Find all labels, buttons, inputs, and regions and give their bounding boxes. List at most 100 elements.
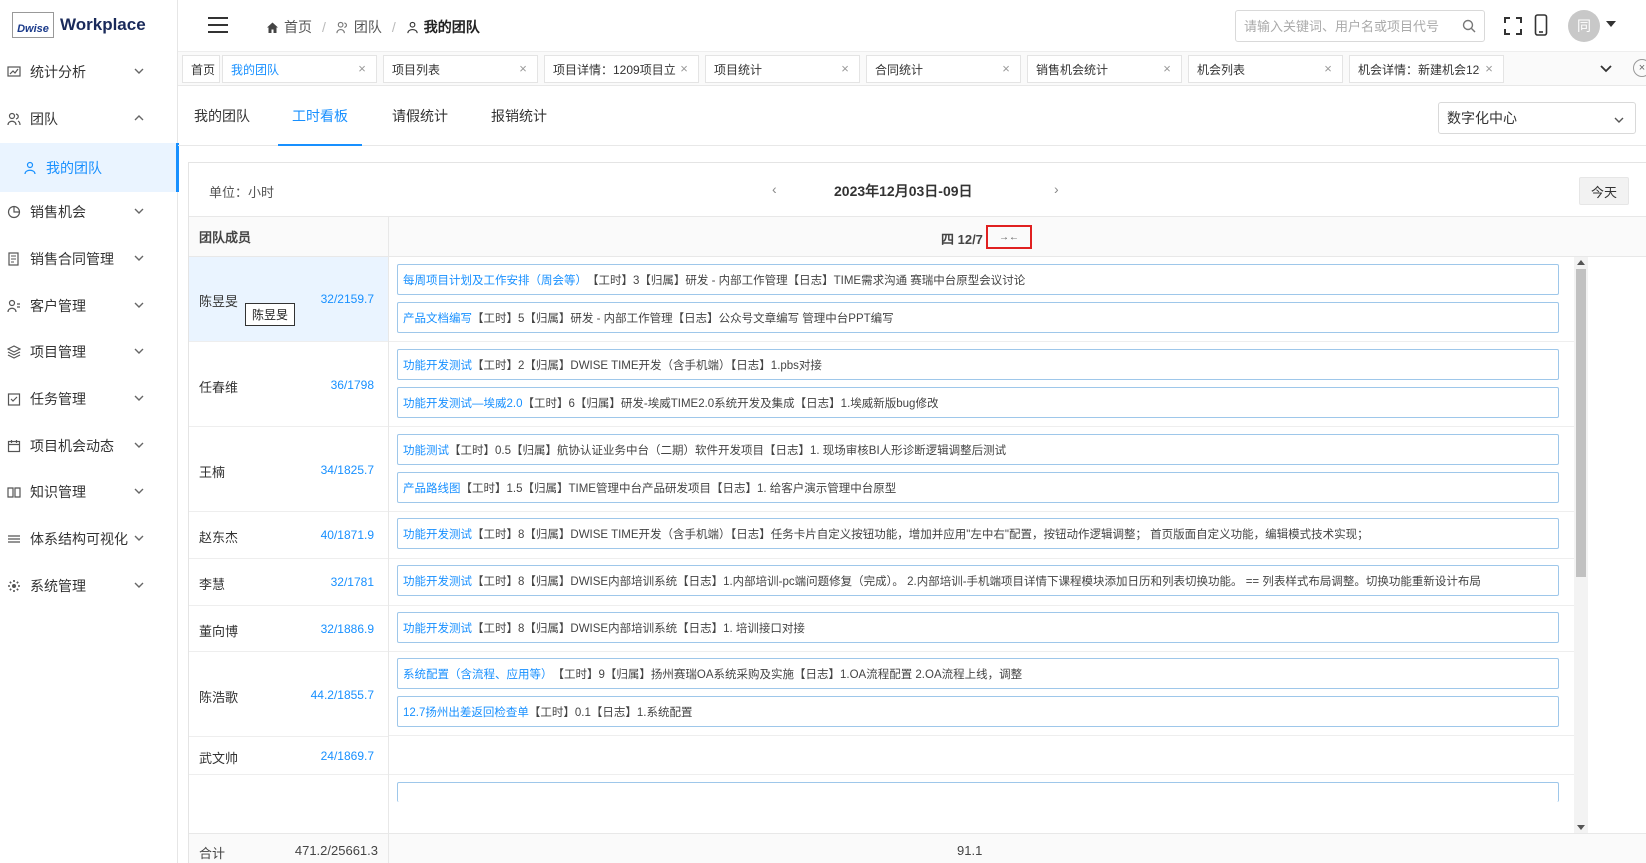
- search-input[interactable]: [1236, 11, 1456, 41]
- sidebar-item-team[interactable]: 团队: [0, 94, 178, 143]
- menu-toggle-icon[interactable]: [208, 17, 228, 33]
- logo[interactable]: Dwise Workplace: [0, 0, 177, 50]
- scroll-up-icon[interactable]: [1577, 260, 1585, 265]
- board-toolbar: 单位：小时 ‹ 2023年12月03日-09日 › 今天: [189, 163, 1646, 217]
- close-icon[interactable]: ×: [1322, 62, 1334, 75]
- member-row[interactable]: 任春维 36/1798: [189, 342, 388, 427]
- chevron-down-icon: [134, 208, 144, 214]
- caret-down-icon[interactable]: [1606, 21, 1616, 27]
- worklog-entry[interactable]: 产品文档编写 【工时】5【归属】研发 - 内部工作管理【日志】公众号文章编写 管理…: [397, 302, 1559, 333]
- fullscreen-icon[interactable]: [1504, 17, 1522, 35]
- prev-week-icon[interactable]: ‹: [772, 181, 777, 197]
- member-row[interactable]: 赵东杰 40/1871.9: [189, 512, 388, 559]
- member-row[interactable]: 陈昱旻 32/2159.7: [189, 257, 388, 342]
- worklog-entry[interactable]: 功能开发测试 【工时】8【归属】DWISE TIME开发（含手机端）【日志】任务卡…: [397, 518, 1559, 549]
- sidebar-item-statistics[interactable]: 统计分析: [0, 47, 178, 96]
- member-row[interactable]: 陈浩歌 44.2/1855.7: [189, 652, 388, 737]
- row-divider: [389, 605, 1574, 606]
- collapse-day-icon[interactable]: →←: [986, 225, 1032, 249]
- close-icon[interactable]: ×: [1161, 62, 1173, 75]
- worklog-entry-partial[interactable]: [397, 782, 1559, 802]
- member-row[interactable]: 李慧 32/1781: [189, 559, 388, 606]
- sidebar-item-sales-opportunity[interactable]: 销售机会: [0, 187, 178, 236]
- scroll-thumb[interactable]: [1576, 269, 1586, 577]
- department-select[interactable]: 数字化中心: [1438, 102, 1636, 134]
- sidebar-item-project[interactable]: 项目管理: [0, 327, 178, 376]
- tab-expense-stats[interactable]: 报销统计: [491, 106, 547, 146]
- day-total-row: 91.1: [389, 833, 1646, 863]
- sidebar-item-label: 体系结构可视化: [30, 530, 128, 547]
- member-row[interactable]: 王楠 34/1825.7: [189, 427, 388, 512]
- tabs-bar: 首页 我的团队 × 项目列表 × 项目详情：1209项目立项 × 项目统计 × 合同统计…: [178, 52, 1646, 86]
- sidebar-item-label: 项目管理: [30, 343, 86, 360]
- close-icon[interactable]: ×: [356, 62, 368, 75]
- contract-icon: [6, 251, 22, 267]
- worklog-entry[interactable]: 功能开发测试—埃威2.0 【工时】6【归属】研发-埃威TIME2.0系统开发及集成…: [397, 387, 1559, 418]
- chevron-down-icon: [1614, 117, 1624, 123]
- tab-home[interactable]: 首页: [182, 55, 220, 83]
- tab-contract-stats[interactable]: 合同统计 ×: [866, 55, 1021, 83]
- close-icon[interactable]: ×: [1000, 62, 1012, 75]
- chevron-down-icon: [134, 488, 144, 494]
- close-icon[interactable]: ×: [517, 62, 529, 75]
- logo-text: Workplace: [60, 15, 146, 34]
- sidebar-item-knowledge[interactable]: 知识管理: [0, 467, 178, 516]
- team-icon: [407, 21, 418, 33]
- tab-opportunity-list[interactable]: 机会列表 ×: [1188, 55, 1343, 83]
- sidebar-item-task[interactable]: 任务管理: [0, 374, 178, 423]
- chevron-up-icon: [134, 115, 144, 121]
- worklog-entry[interactable]: 产品路线图 【工时】1.5【归属】TIME管理中台产品研发项目【日志】1. 给客户…: [397, 472, 1559, 503]
- scroll-down-icon[interactable]: [1577, 825, 1585, 830]
- close-icon[interactable]: ×: [839, 62, 851, 75]
- chevron-down-icon[interactable]: [1598, 61, 1614, 77]
- breadcrumb-separator: /: [322, 19, 326, 35]
- avatar[interactable]: 同: [1568, 10, 1600, 42]
- search-icon[interactable]: [1462, 19, 1476, 33]
- worklog-entry[interactable]: 系统配置（含流程、应用等） 【工时】9【归属】扬州赛瑞OA系统采购及实施【日志】1…: [397, 658, 1559, 689]
- worklog-entry[interactable]: 功能开发测试 【工时】8【归属】DWISE内部培训系统【日志】1. 培训接口对接: [397, 612, 1559, 643]
- sidebar-item-customer[interactable]: 客户管理: [0, 281, 178, 330]
- chevron-down-icon: [134, 302, 144, 308]
- sidebar-item-architecture[interactable]: 体系结构可视化: [0, 514, 178, 563]
- workhour-board: 单位：小时 ‹ 2023年12月03日-09日 › 今天 团队成员 陈昱旻 32…: [188, 162, 1646, 863]
- tab-my-team[interactable]: 我的团队 ×: [222, 55, 377, 83]
- tab-opportunity-detail[interactable]: 机会详情：新建机会1208 ×: [1349, 55, 1504, 83]
- day-column: 四 12/7 →← 每周项目计划及工作安排（周会等） 【工时】3【归属】研发 - …: [389, 217, 1646, 863]
- app-root: Dwise Workplace 统计分析 团队 我的团队 销售机会 销售合同管理: [0, 0, 1646, 863]
- member-row[interactable]: 董向博 32/1886.9: [189, 606, 388, 652]
- close-icon[interactable]: ×: [1483, 62, 1495, 75]
- chevron-down-icon: [134, 395, 144, 401]
- sidebar-item-project-opportunity[interactable]: 项目机会动态: [0, 421, 178, 470]
- tab-project-stats[interactable]: 项目统计 ×: [705, 55, 860, 83]
- book-icon: [6, 484, 22, 500]
- week-range: 2023年12月03日-09日: [834, 183, 973, 199]
- team-icon: [6, 111, 22, 127]
- worklog-entry[interactable]: 每周项目计划及工作安排（周会等） 【工时】3【归属】研发 - 内部工作管理【日志】…: [397, 264, 1559, 295]
- mobile-icon[interactable]: [1534, 14, 1548, 36]
- sidebar-item-system[interactable]: 系统管理: [0, 561, 178, 610]
- close-icon[interactable]: ×: [678, 62, 690, 75]
- member-row[interactable]: 武文帅 24/1869.7: [189, 737, 388, 775]
- breadcrumb-team[interactable]: 团队: [336, 17, 382, 37]
- tab-my-team-overview[interactable]: 我的团队: [194, 106, 250, 146]
- sidebar-item-sales-contract[interactable]: 销售合同管理: [0, 234, 178, 283]
- sidebar-item-label: 任务管理: [30, 390, 86, 407]
- sidebar-item-my-team[interactable]: 我的团队: [0, 143, 179, 192]
- sidebar: Dwise Workplace 统计分析 团队 我的团队 销售机会 销售合同管理: [0, 0, 179, 863]
- breadcrumb-home[interactable]: 首页: [266, 17, 312, 37]
- next-week-icon[interactable]: ›: [1054, 181, 1059, 197]
- task-icon: [6, 391, 22, 407]
- worklog-entry[interactable]: 功能测试 【工时】0.5【归属】航协认证业务中台（二期）软件开发项目【日志】1. …: [397, 434, 1559, 465]
- breadcrumb: 首页 / 团队 / 我的团队: [266, 17, 480, 37]
- tab-sales-stats[interactable]: 销售机会统计 ×: [1027, 55, 1182, 83]
- worklog-entry[interactable]: 功能开发测试 【工时】8【归属】DWISE内部培训系统【日志】1.内部培训-pc端…: [397, 565, 1559, 596]
- worklog-entry[interactable]: 12.7扬州出差返回检查单 【工时】0.1【日志】1.系统配置: [397, 696, 1559, 727]
- tab-workhour-board[interactable]: 工时看板: [278, 106, 362, 146]
- tab-project-list[interactable]: 项目列表 ×: [383, 55, 538, 83]
- tab-project-detail[interactable]: 项目详情：1209项目立项 ×: [544, 55, 699, 83]
- worklog-entry[interactable]: 功能开发测试 【工时】2【归属】DWISE TIME开发（含手机端）【日志】1.p…: [397, 349, 1559, 380]
- today-button[interactable]: 今天: [1579, 177, 1629, 205]
- close-all-tabs-icon[interactable]: ×: [1633, 59, 1646, 77]
- tab-leave-stats[interactable]: 请假统计: [392, 106, 448, 146]
- entries-scrollbar[interactable]: [1574, 257, 1588, 833]
